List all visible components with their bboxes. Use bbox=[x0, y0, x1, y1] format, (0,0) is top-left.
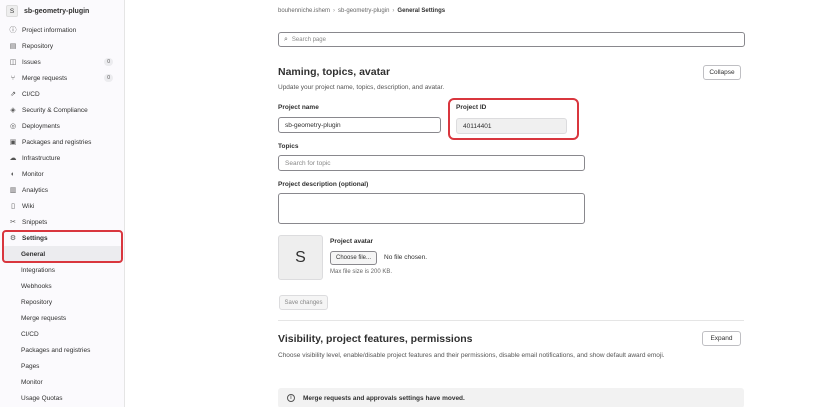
project-id-label: Project ID bbox=[456, 104, 487, 111]
section-title-visibility: Visibility, project features, permission… bbox=[278, 333, 473, 345]
sidebar-item-label: Monitor bbox=[22, 170, 44, 178]
package-icon: ▣ bbox=[9, 139, 17, 146]
rocket-icon: ⇗ bbox=[10, 91, 16, 98]
search-placeholder: Search page bbox=[291, 36, 326, 43]
sidebar-item-label: Wiki bbox=[22, 202, 35, 210]
book-icon: ▯ bbox=[11, 203, 15, 210]
breadcrumb-owner[interactable]: bouhenniche.ishem bbox=[278, 8, 330, 14]
topics-input[interactable]: Search for topic bbox=[278, 155, 585, 171]
breadcrumb-current: General Settings bbox=[397, 8, 446, 14]
search-input[interactable]: ⌕ Search page bbox=[278, 32, 745, 47]
sidebar-item-merge-requests[interactable]: ⑂ Merge requests 0 bbox=[0, 70, 125, 86]
issues-icon: ◫ bbox=[9, 59, 17, 66]
sidebar-item-label: Security & Compliance bbox=[22, 106, 88, 114]
breadcrumb-project[interactable]: sb-geometry-plugin bbox=[338, 8, 389, 14]
save-changes-button[interactable]: Save changes bbox=[279, 295, 328, 310]
sidebar-item-repository[interactable]: ▤ Repository bbox=[0, 38, 125, 54]
sidebar-item-label: Analytics bbox=[22, 186, 49, 194]
sidebar-item-project-information[interactable]: ⓘ Project information bbox=[0, 22, 125, 38]
sidebar-subitem-monitor[interactable]: Monitor bbox=[0, 374, 125, 390]
info-icon: i bbox=[287, 394, 295, 402]
sidebar-item-label: Infrastructure bbox=[22, 154, 61, 162]
doc-icon: ▤ bbox=[9, 43, 17, 50]
sidebar-subitem-general[interactable]: General bbox=[3, 246, 122, 262]
project-name: sb-geometry-plugin bbox=[24, 7, 90, 15]
shield-icon: ◈ bbox=[10, 107, 16, 114]
collapse-button[interactable]: Collapse bbox=[703, 65, 741, 80]
sidebar-item-wiki[interactable]: ▯ Wiki bbox=[0, 198, 125, 214]
breadcrumb: bouhenniche.ishem › sb-geometry-plugin › Gen… bbox=[278, 8, 445, 14]
sidebar-subitem-merge-requests[interactable]: Merge requests bbox=[0, 310, 125, 326]
sidebar-item-label: Merge requests bbox=[22, 74, 68, 82]
section-title-naming: Naming, topics, avatar bbox=[278, 66, 391, 78]
sidebar-subitem-cicd[interactable]: CI/CD bbox=[0, 326, 125, 342]
sidebar-item-packages[interactable]: ▣ Packages and registries bbox=[0, 134, 125, 150]
choose-file-button[interactable]: Choose file... bbox=[330, 251, 378, 265]
section-divider bbox=[278, 320, 744, 321]
project-description-textarea[interactable] bbox=[278, 193, 585, 224]
sidebar-item-monitor[interactable]: ◐ Monitor bbox=[0, 166, 125, 182]
sidebar-subitem-integrations[interactable]: Integrations bbox=[0, 262, 125, 278]
info-alert: i Merge requests and approvals settings … bbox=[278, 388, 744, 407]
chevron-right-icon: › bbox=[333, 8, 336, 14]
alert-text: Merge requests and approvals settings ha… bbox=[303, 394, 465, 402]
no-file-chosen-text: No file chosen. bbox=[384, 254, 427, 261]
sidebar-item-snippets[interactable]: ✂ Snippets bbox=[0, 214, 125, 230]
sidebar-item-analytics[interactable]: ▥ Analytics bbox=[0, 182, 125, 198]
chevron-right-icon: › bbox=[392, 8, 395, 14]
expand-button[interactable]: Expand bbox=[702, 331, 741, 346]
sidebar-subitem-repository[interactable]: Repository bbox=[0, 294, 125, 310]
project-name-label: Project name bbox=[278, 104, 319, 111]
main-content: bouhenniche.ishem › sb-geometry-plugin › Gen… bbox=[126, 0, 816, 407]
sidebar-item-label: Issues bbox=[22, 58, 41, 66]
sidebar-item-label: Repository bbox=[22, 42, 54, 50]
search-icon: ⌕ bbox=[284, 35, 288, 43]
sidebar: S sb-geometry-plugin ⓘ Project informati… bbox=[0, 0, 125, 407]
project-id-field[interactable]: 40114401 bbox=[456, 118, 567, 134]
section-description-visibility: Choose visibility level, enable/disable … bbox=[278, 352, 665, 359]
topics-label: Topics bbox=[278, 143, 299, 150]
cloud-icon: ☁ bbox=[9, 155, 17, 162]
project-description-label: Project description (optional) bbox=[278, 181, 369, 188]
scissors-icon: ✂ bbox=[10, 219, 16, 226]
merge-request-icon: ⑂ bbox=[10, 74, 16, 82]
project-name-field[interactable]: sb-geometry-plugin bbox=[278, 117, 441, 133]
gear-icon: ⚙ bbox=[9, 235, 17, 242]
sidebar-subitem-webhooks[interactable]: Webhooks bbox=[0, 278, 125, 294]
max-file-size-text: Max file size is 200 KB. bbox=[330, 269, 393, 275]
sidebar-item-infrastructure[interactable]: ☁ Infrastructure bbox=[0, 150, 125, 166]
sidebar-subitem-packages[interactable]: Packages and registries bbox=[0, 342, 125, 358]
project-avatar-preview: S bbox=[278, 235, 323, 280]
sidebar-item-label: Project information bbox=[22, 26, 77, 34]
section-description-naming: Update your project name, topics, descri… bbox=[278, 84, 445, 91]
sidebar-nav: ⓘ Project information ▤ Repository ◫ Iss… bbox=[0, 22, 125, 406]
sidebar-item-issues[interactable]: ◫ Issues 0 bbox=[0, 54, 125, 70]
chart-icon: ▥ bbox=[9, 187, 17, 194]
project-avatar: S bbox=[6, 5, 18, 17]
monitor-icon: ◐ bbox=[10, 170, 16, 178]
sidebar-item-label: Deployments bbox=[22, 122, 60, 130]
sidebar-subitem-pages[interactable]: Pages bbox=[0, 358, 125, 374]
sidebar-subitem-usage-quotas[interactable]: Usage Quotas bbox=[0, 390, 125, 406]
deployments-icon: ◎ bbox=[9, 123, 17, 130]
issues-count-badge: 0 bbox=[104, 58, 113, 66]
merge-requests-count-badge: 0 bbox=[104, 74, 113, 82]
info-icon: ⓘ bbox=[9, 27, 17, 34]
sidebar-item-security[interactable]: ◈ Security & Compliance bbox=[0, 102, 125, 118]
project-header[interactable]: S sb-geometry-plugin bbox=[0, 0, 124, 22]
project-avatar-label: Project avatar bbox=[330, 238, 373, 245]
sidebar-item-label: Settings bbox=[22, 234, 48, 242]
sidebar-item-cicd[interactable]: ⇗ CI/CD bbox=[0, 86, 125, 102]
sidebar-item-label: Packages and registries bbox=[22, 138, 92, 146]
sidebar-item-settings[interactable]: ⚙ Settings bbox=[0, 230, 125, 246]
sidebar-item-deployments[interactable]: ◎ Deployments bbox=[0, 118, 125, 134]
sidebar-item-label: CI/CD bbox=[22, 90, 40, 98]
sidebar-item-label: Snippets bbox=[22, 218, 48, 226]
